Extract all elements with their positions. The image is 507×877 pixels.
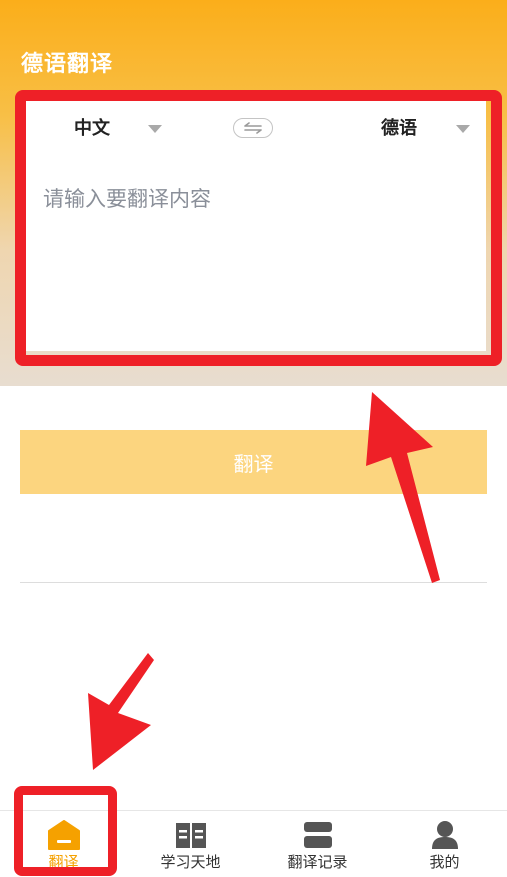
- divider: [20, 582, 487, 583]
- tab-study[interactable]: 学习天地: [127, 811, 254, 877]
- bottom-tab-bar: 翻译 学习天地 翻译记录 我的: [0, 810, 507, 877]
- source-language-select[interactable]: 中文: [74, 115, 110, 143]
- source-language-dropdown-icon[interactable]: [148, 125, 162, 133]
- page-title: 德语翻译: [21, 52, 114, 77]
- home-icon: [47, 820, 80, 850]
- tab-label: 翻译记录: [287, 853, 348, 871]
- annotation-arrow-down: [88, 653, 154, 770]
- translation-input[interactable]: [43, 183, 463, 333]
- tab-records[interactable]: 翻译记录: [254, 811, 381, 877]
- swap-arrows-icon: [244, 122, 262, 134]
- translate-button[interactable]: 翻译: [20, 430, 487, 494]
- tab-label: 我的: [429, 853, 460, 871]
- tab-me[interactable]: 我的: [381, 811, 507, 877]
- target-language-dropdown-icon[interactable]: [456, 125, 470, 133]
- target-language-select[interactable]: 德语: [381, 115, 417, 143]
- records-icon: [303, 822, 332, 848]
- tab-label: 翻译: [48, 853, 79, 871]
- book-icon: [175, 823, 206, 848]
- translation-card: 中文 德语: [21, 97, 486, 351]
- language-selector-row: 中文 德语: [21, 115, 486, 145]
- user-icon: [431, 821, 458, 849]
- tab-translate[interactable]: 翻译: [0, 811, 127, 877]
- swap-icon[interactable]: [233, 118, 273, 138]
- tab-label: 学习天地: [160, 853, 221, 871]
